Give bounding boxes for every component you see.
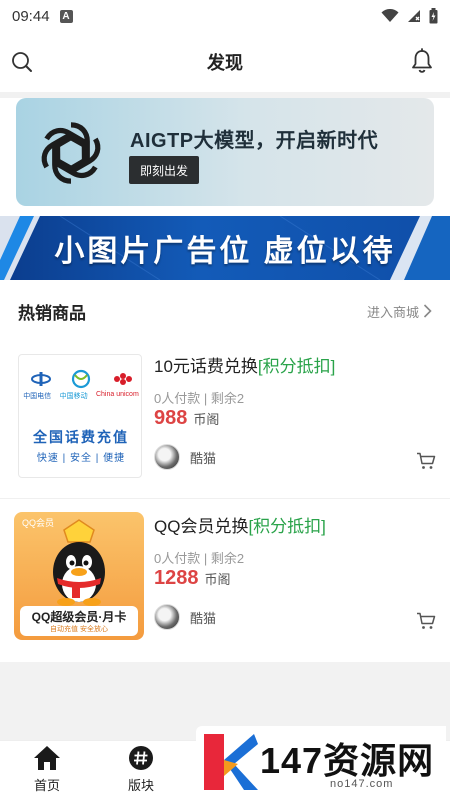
hot-products-header: 热销商品 进入商城 [0, 288, 450, 334]
watermark: 147资源网 no147.com [196, 726, 446, 798]
enter-mall-label: 进入商城 [366, 304, 419, 320]
start-now-button[interactable]: 即刻出发 [129, 156, 199, 184]
signal-icon [408, 10, 420, 22]
product-thumbnail: QQ会员 QQ超级会员·月卡 自动充值 安全放心 [14, 512, 144, 640]
price-value: 988 [154, 407, 188, 429]
top-header: 发现 [0, 32, 450, 92]
product-name: QQ会员兑换 [154, 517, 249, 536]
product-price: 988 币阁 [154, 407, 219, 430]
tab-sections[interactable]: 版块 [111, 745, 171, 797]
product-title: QQ会员兑换[积分抵扣] [154, 512, 326, 537]
unicom-label: China unicom [95, 391, 139, 398]
product-title: 10元话费兑换[积分抵扣] [154, 352, 335, 377]
product-tag: [积分抵扣] [257, 357, 336, 376]
product-tag: [积分抵扣] [248, 517, 326, 536]
status-time: 09:44 [12, 7, 50, 25]
chevron-right-icon [423, 304, 432, 318]
ai-promo-banner[interactable]: AIGTP大模型，开启新时代 即刻出发 [16, 98, 434, 206]
avatar [154, 604, 180, 630]
seller-info[interactable]: 酷猫 [154, 604, 216, 630]
price-value: 1288 [154, 567, 199, 589]
mobile-label: 中国移动 [59, 393, 88, 400]
status-bar: 09:44 A [0, 0, 450, 32]
wifi-icon [381, 9, 399, 22]
enter-mall-link[interactable]: 进入商城 [367, 302, 432, 321]
status-icons [381, 8, 438, 24]
cart-icon[interactable] [416, 612, 436, 630]
product-meta: 0人付款 | 剩余2 [154, 551, 245, 566]
seller-name: 酷猫 [190, 450, 217, 466]
search-icon[interactable] [10, 50, 34, 74]
watermark-url: no147.com [330, 778, 394, 790]
telecom-logos [31, 369, 132, 389]
seller-name: 酷猫 [190, 610, 217, 626]
seller-info[interactable]: 酷猫 [154, 444, 216, 470]
tab-sections-label: 版块 [127, 778, 154, 793]
thumb-subtitle: 快速 | 安全 | 便捷 [36, 453, 126, 464]
cart-icon[interactable] [416, 452, 436, 470]
product-thumbnail: 中国电信 中国移动 China unicom 全国话费充值 快速 | 安全 | … [18, 354, 142, 478]
hashtag-icon [129, 746, 153, 770]
home-icon [34, 746, 60, 770]
price-unit: 币阁 [204, 572, 231, 587]
battery-icon [429, 8, 438, 24]
product-divider [0, 498, 450, 499]
page-title: 发现 [207, 53, 243, 73]
watermark-logo-icon [204, 734, 258, 790]
thumb-title: QQ超级会员·月卡 [31, 610, 127, 624]
bell-icon[interactable] [410, 48, 434, 74]
openai-logo-icon [41, 122, 101, 184]
watermark-text: 147资源网 [260, 740, 435, 781]
ai-banner-title: AIGTP大模型，开启新时代 [130, 130, 379, 152]
thumb-title: 全国话费充值 [33, 429, 129, 445]
price-unit: 币阁 [193, 412, 220, 427]
product-meta: 0人付款 | 剩余2 [154, 391, 245, 406]
telecom-label: 中国电信 [23, 393, 52, 400]
ad-banner-text: 小图片广告位 虚位以待 [54, 235, 396, 268]
notification-icon: A [59, 9, 73, 23]
section-title: 热销商品 [18, 303, 86, 323]
product-item[interactable]: QQ会员 QQ超级会员·月卡 自动充值 安全放心 QQ会员兑换[积分抵扣] 0人… [0, 500, 450, 658]
thumb-subtitle: 自动充值 安全放心 [50, 626, 108, 633]
product-price: 1288 币阁 [154, 567, 231, 590]
avatar [154, 444, 180, 470]
product-item[interactable]: 中国电信 中国移动 China unicom 全国话费充值 快速 | 安全 | … [0, 340, 450, 498]
thumb-logo-labels: 中国电信 中国移动 China unicom [19, 391, 141, 401]
tab-home-label: 首页 [33, 778, 60, 793]
ad-banner[interactable]: 小图片广告位 虚位以待 [0, 216, 450, 280]
tab-home[interactable]: 首页 [17, 745, 77, 797]
product-name: 10元话费兑换 [154, 357, 258, 376]
